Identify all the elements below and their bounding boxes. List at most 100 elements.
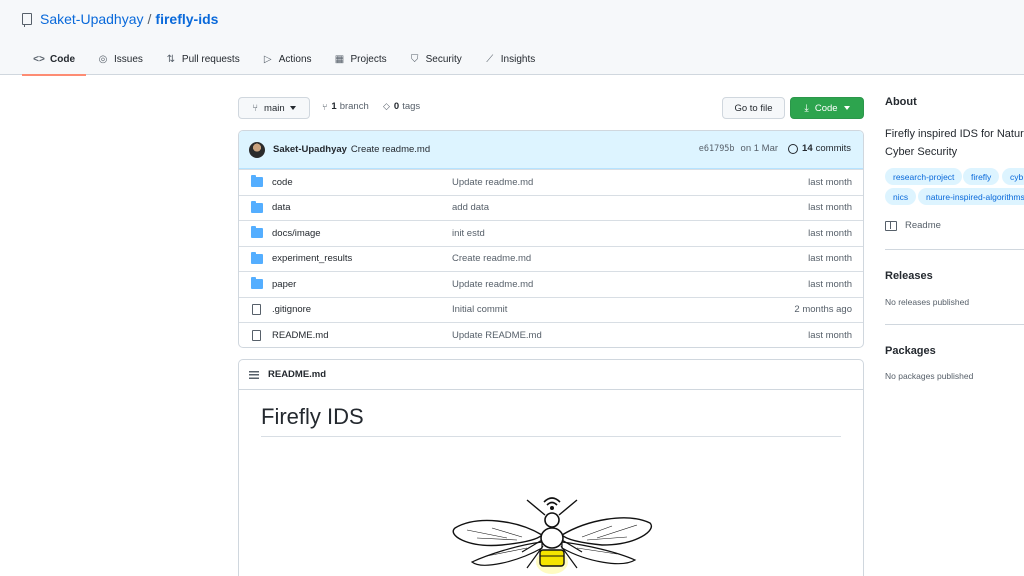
file-row[interactable]: .gitignore Initial commit 2 months ago [239,296,863,323]
about-description-line: Cyber Security [885,146,958,158]
file-commit-message-link[interactable]: Initial commit [452,304,507,315]
issue-icon: ◎ [98,54,108,65]
folder-icon [251,175,263,188]
repo-title: Saket-Upadhyay / firefly-ids [22,11,218,27]
file-name-link[interactable]: .gitignore [272,304,311,315]
file-date: last month [808,176,852,188]
file-commit-message-link[interactable]: Update README.md [452,330,542,341]
file-name-link[interactable]: data [272,202,291,213]
packages-heading[interactable]: Packages [885,345,936,357]
file-row[interactable]: experiment_results Create readme.md last… [239,245,863,272]
file-row[interactable]: paper Update readme.md last month [239,271,863,297]
repo-tabs: <> Code ◎ Issues ⇅ Pull requests ▷ Actio… [22,44,546,76]
repo-owner-link[interactable]: Saket-Upadhyay [40,11,144,27]
about-description-line: Firefly inspired IDS for Natur [885,128,1024,140]
repo-name-link[interactable]: firefly-ids [155,11,218,27]
sidebar-divider [885,324,1024,325]
tab-projects[interactable]: ▦ Projects [323,44,398,75]
tab-actions-label: Actions [278,54,312,65]
file-date: last month [808,253,852,265]
tab-actions[interactable]: ▷ Actions [251,44,323,75]
file-row[interactable]: README.md Update README.md last month [239,322,863,347]
about-heading: About [885,96,917,108]
branch-icon: ⑂ [252,102,259,114]
about-description: Firefly inspired IDS for Natur Cyber Sec… [885,125,1024,161]
folder-icon [251,226,263,239]
caret-down-icon [289,106,296,110]
project-icon: ▦ [334,54,345,65]
readme-panel: README.md Firefly IDS [238,359,864,576]
tab-insights[interactable]: ⟋ Insights [473,44,546,75]
avatar[interactable] [249,141,265,158]
tab-security-label: Security [425,54,462,65]
file-name-link[interactable]: paper [272,279,296,290]
topic-tag[interactable]: nics [885,188,917,205]
file-commit-message-link[interactable]: init estd [452,228,485,239]
file-row[interactable]: docs/image init estd last month [239,220,863,246]
tab-security[interactable]: ⛉ Security [398,44,473,75]
file-commit-message-link[interactable]: Update readme.md [452,177,533,188]
topic-tag[interactable]: nature-inspired-algorithms [918,188,1024,205]
topic-tag[interactable]: cyb [1002,168,1024,185]
go-to-file-button[interactable]: Go to file [722,97,785,119]
folder-icon [251,200,263,213]
commit-meta: e61795b on 1 Mar 14 commits [699,143,851,154]
branch-icon: ⑂ [322,101,328,112]
file-name-link[interactable]: experiment_results [272,253,352,264]
tab-insights-label: Insights [500,54,536,65]
readme-link-label: Readme [905,220,941,231]
code-button-label: Code [814,102,838,114]
tab-issues[interactable]: ◎ Issues [86,44,154,75]
file-date: last month [808,227,852,239]
code-dropdown-button[interactable]: ⤓ Code [790,97,864,119]
folder-icon [251,277,263,290]
topic-tag[interactable]: firefly [963,168,1000,185]
pull-request-icon: ⇅ [166,54,176,65]
commit-message-link[interactable]: Create readme.md [351,144,430,155]
commits-link[interactable]: 14 commits [788,143,851,154]
file-name-link[interactable]: code [272,177,293,188]
branch-select-button[interactable]: ⑂ main [238,97,310,119]
branch-name: main [264,102,285,114]
file-row[interactable]: code Update readme.md last month [239,169,863,195]
file-commit-message-link[interactable]: Create readme.md [452,253,531,264]
download-icon: ⤓ [804,102,809,114]
commit-date: on 1 Mar [740,143,779,154]
readme-title: Firefly IDS [261,404,364,429]
tags-link[interactable]: ◇ 0 tags [383,101,420,112]
shield-icon: ⛉ [410,54,419,65]
commit-author-link[interactable]: Saket-Upadhyay [273,144,347,155]
file-date: 2 months ago [794,304,852,316]
history-icon [788,143,799,154]
file-commit-message-link[interactable]: Update readme.md [452,279,533,290]
repo-separator: / [147,11,152,27]
file-icon [252,304,261,316]
file-list: Saket-Upadhyay Create readme.md e61795b … [238,130,864,348]
tab-code[interactable]: <> Code [22,44,86,76]
readme-link[interactable]: Readme [885,220,941,231]
folder-icon [251,251,263,264]
releases-note: No releases published [885,297,970,307]
commit-hash-link[interactable]: e61795b [699,144,735,154]
caret-down-icon [843,106,850,110]
repo-header: Saket-Upadhyay / firefly-ids <> Code ◎ I… [0,0,1024,76]
file-name-link[interactable]: README.md [272,330,328,341]
list-icon[interactable] [249,370,259,379]
tab-issues-label: Issues [114,54,143,65]
file-date: last month [808,202,852,214]
topic-tag[interactable]: research-project [885,168,963,185]
tab-pull-requests[interactable]: ⇅ Pull requests [154,44,251,75]
branches-link[interactable]: ⑂ 1 branch [322,101,369,112]
packages-note: No packages published [885,371,974,381]
file-icon [252,329,261,341]
about-section: About [885,96,1024,108]
branches-label: branch [339,101,369,112]
releases-heading[interactable]: Releases [885,270,933,282]
readme-filename: README.md [268,369,327,380]
branch-toolbar: ⑂ main ⑂ 1 branch ◇ 0 tags Go to file ⤓ … [238,97,864,119]
tag-icon: ◇ [383,101,390,111]
file-name-link[interactable]: docs/image [272,228,321,239]
latest-commit-bar: Saket-Upadhyay Create readme.md e61795b … [239,131,863,169]
file-commit-message-link[interactable]: add data [452,202,489,213]
file-row[interactable]: data add data last month [239,194,863,221]
